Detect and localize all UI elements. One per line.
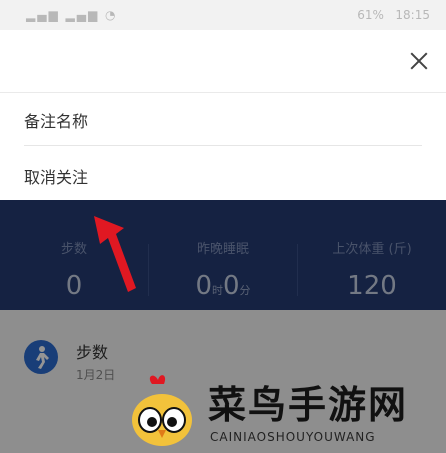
battery-level: 61% bbox=[357, 8, 384, 22]
action-sheet: 备注名称 取消关注 bbox=[0, 30, 446, 200]
watermark-subtitle: CAINIAOSHOUYOUWANG bbox=[210, 430, 376, 444]
signal-icons: ▂▄▆ ▂▄▆ ◔ bbox=[26, 8, 118, 22]
status-bar: ▂▄▆ ▂▄▆ ◔ 61% 18:15 bbox=[0, 0, 446, 30]
watermark-mascot-icon bbox=[132, 375, 192, 446]
watermark-title: 菜鸟手游网 bbox=[208, 382, 409, 427]
divider bbox=[0, 92, 446, 93]
status-right: 61% 18:15 bbox=[357, 8, 430, 22]
divider bbox=[24, 145, 422, 146]
close-icon[interactable] bbox=[408, 50, 430, 72]
menu-item-unfollow[interactable]: 取消关注 bbox=[24, 164, 88, 188]
menu-item-remark-name[interactable]: 备注名称 bbox=[24, 108, 88, 132]
clock: 18:15 bbox=[395, 8, 430, 22]
annotation-arrow-icon bbox=[94, 216, 136, 292]
watermark: 菜鸟手游网 CAINIAOSHOUYOUWANG bbox=[126, 370, 436, 450]
